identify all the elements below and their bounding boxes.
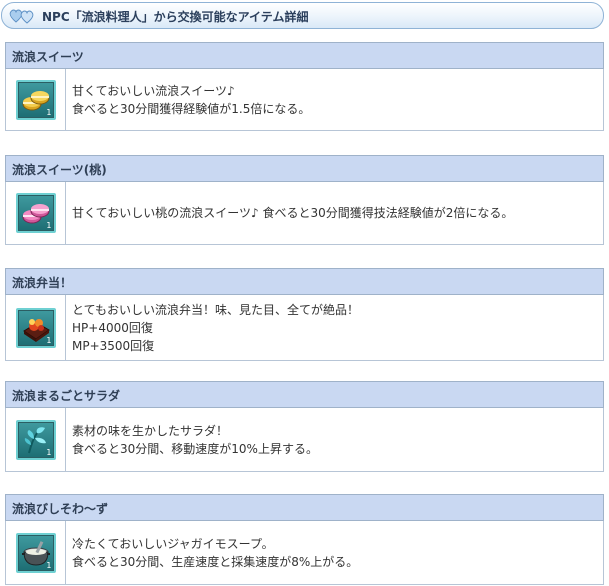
item-quantity: 1 xyxy=(46,447,52,457)
page-title: NPC「流浪料理人」から交換可能なアイテム詳細 xyxy=(42,10,309,24)
item-name: 流浪びしそわ～ず xyxy=(5,494,604,521)
item-description: 素材の味を生かしたサラダ！ 食べると30分間、移動速度が10%上昇する。 xyxy=(66,408,603,471)
description-line: 甘くておいしい流浪スイーツ♪ xyxy=(72,83,235,98)
item-card: 流浪スイーツ 1 甘くておいしい流浪スイーツ♪ 食べると30分間獲得経験値が1.… xyxy=(5,42,604,131)
description-line: 食べると30分間、生産速度と採集速度が8%上がる。 xyxy=(72,554,359,569)
item-description: 冷たくておいしいジャガイモスープ。 食べると30分間、生産速度と採集速度が8%上… xyxy=(66,521,603,584)
description-line: とてもおいしい流浪弁当！味、見た目、全てが絶品！ xyxy=(72,302,360,317)
item-card: 流浪弁当！ 1 とてもおいしい流浪弁当！味、見た目、全てが絶品！ HP+4000… xyxy=(5,268,604,361)
page-header: NPC「流浪料理人」から交換可能なアイテム詳細 xyxy=(1,2,604,29)
description-line: 冷たくておいしいジャガイモスープ。 xyxy=(72,536,274,551)
item-quantity: 1 xyxy=(46,560,52,570)
item-name: 流浪弁当！ xyxy=(5,268,604,295)
description-line: 甘くておいしい桃の流浪スイーツ♪ 食べると30分間獲得技法経験値が2倍になる。 xyxy=(72,206,514,220)
description-line: MP+3500回復 xyxy=(72,338,155,353)
hearts-icon xyxy=(8,7,36,25)
bento-box-icon[interactable]: 1 xyxy=(15,307,56,348)
description-line: 食べると30分間獲得経験値が1.5倍になる。 xyxy=(72,101,311,116)
pink-macaron-icon[interactable]: 1 xyxy=(15,193,56,233)
item-quantity: 1 xyxy=(46,107,52,117)
salad-leaf-icon[interactable]: 1 xyxy=(15,419,56,460)
item-name: 流浪スイーツ xyxy=(5,42,604,69)
item-name: 流浪スイーツ(桃) xyxy=(5,155,604,182)
item-card: 流浪スイーツ(桃) 1 甘くておいしい桃の流浪スイーツ♪ 食べると30分間獲得技… xyxy=(5,155,604,245)
item-quantity: 1 xyxy=(46,335,52,345)
gold-macaron-icon[interactable]: 1 xyxy=(15,79,56,120)
item-quantity: 1 xyxy=(46,221,52,230)
item-card: 流浪まるごとサラダ 1 素材の味を生かしたサラダ！ 食べると30分間、移動速度が… xyxy=(5,381,604,472)
description-line: 素材の味を生かしたサラダ！ xyxy=(72,423,229,438)
item-card: 流浪びしそわ～ず 1 冷たくておいしいジャガイモスープ。 食べると30分間、生産… xyxy=(5,494,604,585)
description-line: HP+4000回復 xyxy=(72,320,153,335)
item-description: 甘くておいしい流浪スイーツ♪ 食べると30分間獲得経験値が1.5倍になる。 xyxy=(66,69,603,130)
item-name: 流浪まるごとサラダ xyxy=(5,381,604,408)
item-description: 甘くておいしい桃の流浪スイーツ♪ 食べると30分間獲得技法経験値が2倍になる。 xyxy=(66,182,603,244)
description-line: 食べると30分間、移動速度が10%上昇する。 xyxy=(72,441,318,456)
item-description: とてもおいしい流浪弁当！味、見た目、全てが絶品！ HP+4000回復 MP+35… xyxy=(66,295,603,360)
soup-pot-icon[interactable]: 1 xyxy=(15,532,56,573)
